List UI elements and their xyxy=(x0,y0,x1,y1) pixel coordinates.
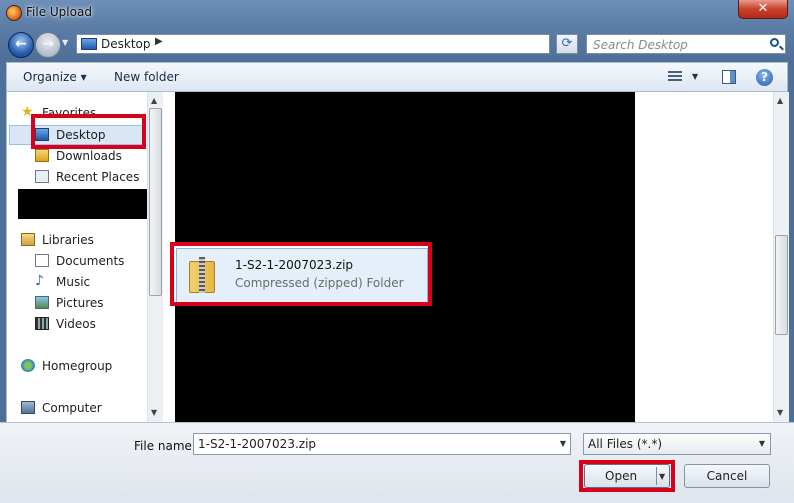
sidebar-label: Documents xyxy=(56,254,125,268)
search-placeholder: Search Desktop xyxy=(593,38,688,52)
file-type-value[interactable]: All Files (*.*) xyxy=(588,437,662,451)
computer-icon xyxy=(21,401,35,414)
pictures-icon xyxy=(35,296,49,309)
sidebar-label: Videos xyxy=(56,317,96,331)
downloads-folder-icon xyxy=(35,149,49,162)
search-input[interactable]: Search Desktop xyxy=(586,34,786,54)
chevron-down-icon[interactable]: ▼ xyxy=(560,439,566,448)
preview-pane-icon[interactable] xyxy=(722,70,736,84)
navigation-scrollbar[interactable]: ▲ ▼ xyxy=(147,92,163,422)
desktop-annotation-box xyxy=(31,114,146,149)
redacted-region xyxy=(175,306,429,422)
window-title: File Upload xyxy=(26,5,92,19)
browser-icon xyxy=(6,5,22,21)
desktop-icon xyxy=(81,38,97,50)
file-name-label: File name: xyxy=(134,439,196,453)
search-icon[interactable] xyxy=(770,38,779,47)
close-button[interactable]: ✕ xyxy=(738,0,788,19)
refresh-button[interactable]: ⟳ xyxy=(556,34,578,54)
scroll-up-icon[interactable]: ▲ xyxy=(151,96,157,105)
address-path[interactable]: Desktop xyxy=(101,37,151,51)
redacted-region xyxy=(18,189,147,219)
cancel-button[interactable]: Cancel xyxy=(684,464,770,488)
content-area: ★ Favorites Desktop Downloads Recent Pla… xyxy=(6,92,789,422)
dialog-footer: File name: 1-S2-1-2007023.zip ▼ All File… xyxy=(0,422,794,503)
documents-icon xyxy=(35,254,49,267)
chevron-down-icon[interactable]: ▼ xyxy=(759,439,765,448)
navigation-bar: ← → ▼ Desktop ▶ ▼ ⟳ Search Desktop xyxy=(0,28,794,62)
redacted-region xyxy=(429,92,635,422)
scroll-down-icon[interactable]: ▼ xyxy=(777,408,783,417)
file-annotation-box xyxy=(170,242,432,306)
file-name-input[interactable]: 1-S2-1-2007023.zip ▼ xyxy=(193,433,571,455)
scroll-up-icon[interactable]: ▲ xyxy=(777,96,783,105)
open-annotation-box xyxy=(579,460,675,492)
homegroup-icon xyxy=(21,359,35,372)
sidebar-label: Homegroup xyxy=(42,359,113,373)
help-button[interactable]: ? xyxy=(756,69,773,86)
forward-button[interactable]: → xyxy=(35,32,61,58)
sidebar-label: Recent Places xyxy=(56,170,140,184)
redacted-region xyxy=(175,92,429,246)
file-name-value[interactable]: 1-S2-1-2007023.zip xyxy=(198,437,316,451)
sidebar-label: Music xyxy=(56,275,91,289)
libraries-icon xyxy=(21,233,35,246)
command-toolbar: Organize ▾ New folder ▼ ? xyxy=(6,62,788,92)
chevron-right-icon[interactable]: ▶ xyxy=(155,36,163,47)
change-view-icon[interactable] xyxy=(668,71,682,83)
file-list-scroll-thumb[interactable] xyxy=(775,235,788,335)
file-list-scrollbar[interactable]: ▲ ▼ xyxy=(773,92,789,422)
new-folder-button[interactable]: New folder xyxy=(114,70,179,84)
back-button[interactable]: ← xyxy=(8,32,34,58)
recent-pages-dropdown-icon[interactable]: ▼ xyxy=(62,38,72,50)
file-list-pane: 1-S2-1-2007023.zip Compressed (zipped) F… xyxy=(163,92,773,422)
navigation-pane: ★ Favorites Desktop Downloads Recent Pla… xyxy=(7,92,147,422)
file-type-select[interactable]: All Files (*.*) ▼ xyxy=(583,433,771,455)
address-bar[interactable]: Desktop ▶ ▼ xyxy=(76,34,620,56)
view-dropdown-icon[interactable]: ▼ xyxy=(692,72,698,81)
recent-places-icon xyxy=(35,170,49,183)
sidebar-label: Computer xyxy=(42,401,102,415)
navigation-scroll-thumb[interactable] xyxy=(149,108,162,296)
scroll-down-icon[interactable]: ▼ xyxy=(151,408,157,417)
sidebar-label: Pictures xyxy=(56,296,104,310)
organize-menu[interactable]: Organize ▾ xyxy=(23,70,87,84)
sidebar-label: Libraries xyxy=(42,233,94,247)
title-bar: File Upload ✕ xyxy=(0,0,794,28)
sidebar-label: Downloads xyxy=(56,149,122,163)
film-strip-icon xyxy=(35,317,49,330)
music-note-icon: ♪ xyxy=(35,273,44,289)
file-upload-dialog: File Upload ✕ ← → ▼ Desktop ▶ ▼ ⟳ Search… xyxy=(0,0,794,503)
